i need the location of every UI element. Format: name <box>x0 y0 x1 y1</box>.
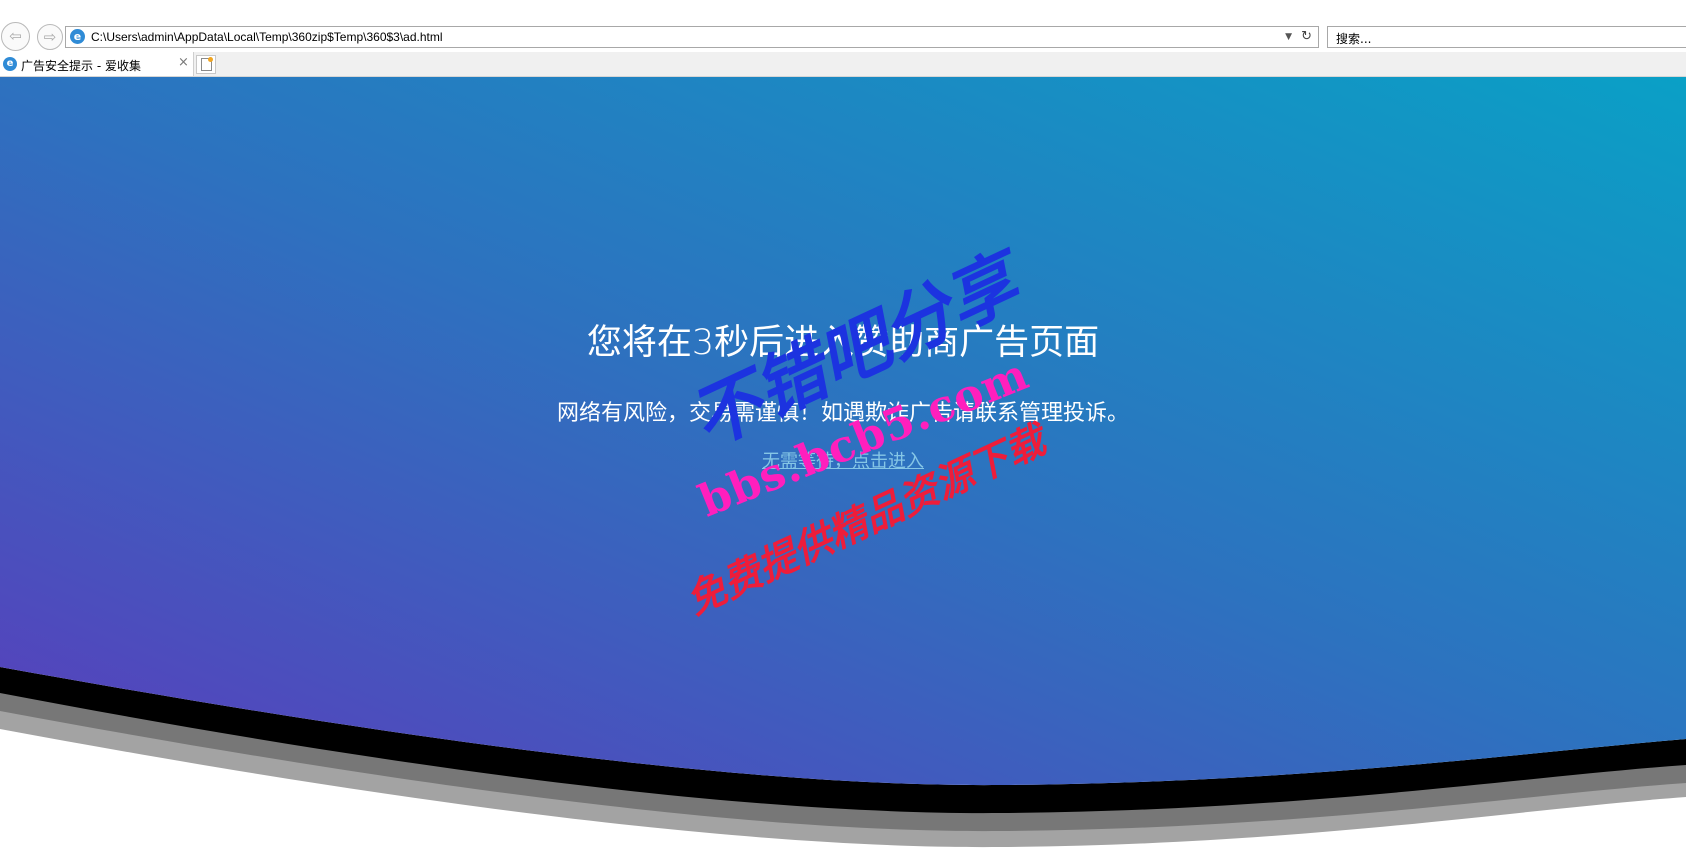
new-tab-button[interactable] <box>196 55 216 74</box>
browser-chrome: ⇦ ⇨ e C:\Users\admin\AppData\Local\Temp\… <box>0 0 1686 77</box>
ie-page-icon: e <box>70 29 85 44</box>
chevron-down-icon[interactable]: ▼ <box>1285 32 1292 42</box>
search-box[interactable]: 搜索... <box>1327 26 1686 48</box>
ie-tab-icon: e <box>3 57 17 71</box>
back-arrow-icon: ⇦ <box>9 27 22 45</box>
refresh-icon[interactable]: ↻ <box>1301 29 1312 44</box>
tab-label: 广告安全提示 - 爱收集 <box>21 59 141 73</box>
tab-bar: e 广告安全提示 - 爱收集 × <box>0 52 1686 77</box>
back-button[interactable]: ⇦ <box>1 22 30 51</box>
tab-active[interactable]: e 广告安全提示 - 爱收集 × <box>0 52 194 76</box>
search-placeholder[interactable]: 搜索... <box>1336 30 1371 47</box>
close-icon[interactable]: × <box>178 55 189 70</box>
forward-button[interactable]: ⇨ <box>37 24 63 50</box>
address-text[interactable]: C:\Users\admin\AppData\Local\Temp\360zip… <box>91 30 443 44</box>
address-bar[interactable]: e C:\Users\admin\AppData\Local\Temp\360z… <box>65 26 1319 48</box>
forward-arrow-icon: ⇨ <box>43 28 57 46</box>
new-tab-badge <box>208 57 213 62</box>
